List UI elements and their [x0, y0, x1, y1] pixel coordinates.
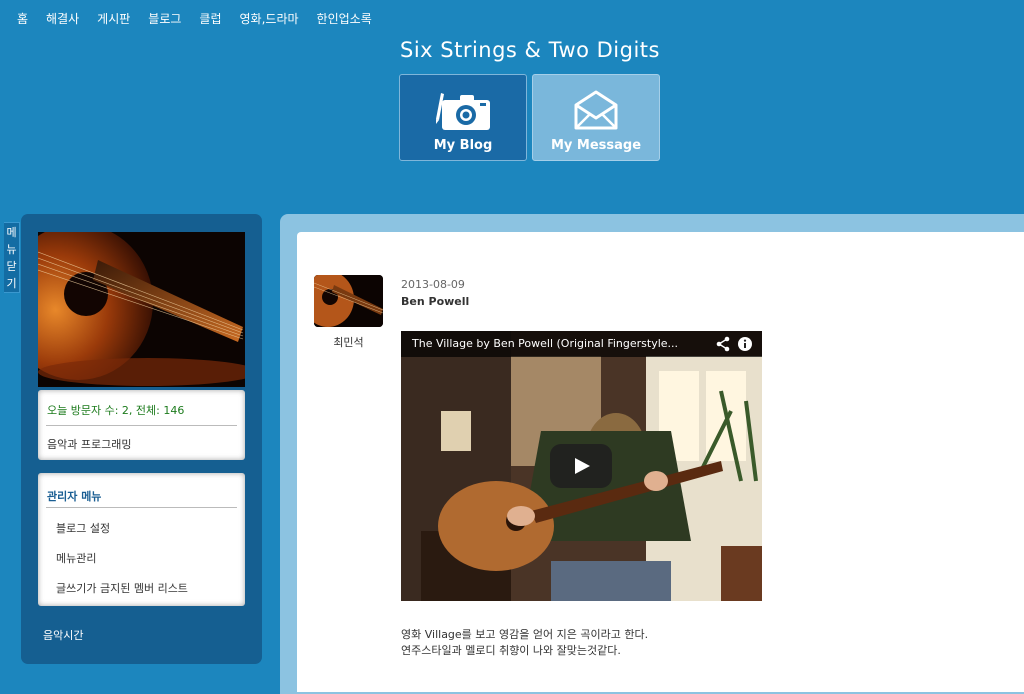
- menu-close-char: 닫: [6, 260, 17, 273]
- divider: [46, 507, 237, 508]
- nav-blog[interactable]: 블로그: [148, 10, 181, 27]
- info-icon[interactable]: [737, 336, 753, 352]
- my-message-label: My Message: [550, 138, 642, 153]
- admin-item-banned-members[interactable]: 글쓰기가 금지된 멤버 리스트: [56, 580, 188, 596]
- admin-menu-card: 관리자 메뉴 블로그 설정 메뉴관리 글쓰기가 금지된 멤버 리스트: [38, 473, 245, 606]
- nav-club[interactable]: 클럽: [199, 10, 221, 27]
- share-icon[interactable]: [715, 336, 731, 352]
- video-title-bar: The Village by Ben Powell (Original Fing…: [401, 331, 762, 357]
- my-message-button[interactable]: My Message: [532, 74, 660, 161]
- nav-movies[interactable]: 영화,드라마: [240, 10, 299, 27]
- nav-board[interactable]: 게시판: [97, 10, 130, 27]
- author-name[interactable]: 최민석: [314, 334, 383, 350]
- menu-close-tab[interactable]: 메 뉴 닫 기: [4, 222, 20, 293]
- play-icon[interactable]: [550, 444, 612, 488]
- video-title[interactable]: The Village by Ben Powell (Original Fing…: [412, 337, 678, 350]
- video-player[interactable]: The Village by Ben Powell (Original Fing…: [401, 331, 762, 601]
- music-time-link[interactable]: 음악시간: [43, 627, 83, 643]
- sidebar: 오늘 방문자 수: 2, 전체: 146 음악과 프로그래밍 관리자 메뉴 블로…: [21, 214, 262, 664]
- my-blog-button[interactable]: My Blog: [399, 74, 527, 161]
- nav-helper[interactable]: 해결사: [46, 10, 79, 27]
- visitor-count: 오늘 방문자 수: 2, 전체: 146: [47, 404, 185, 417]
- menu-close-char: 메: [6, 226, 17, 239]
- nav-directory[interactable]: 한인업소록: [317, 10, 372, 27]
- post-body-line: 연주스타일과 멜로디 취향이 나와 잘맞는것같다.: [401, 644, 621, 657]
- my-blog-label: My Blog: [433, 138, 493, 153]
- site-title: Six Strings & Two Digits: [399, 38, 660, 62]
- nav-home[interactable]: 홈: [17, 10, 28, 27]
- admin-item-menu-management[interactable]: 메뉴관리: [56, 550, 96, 566]
- post-title: Ben Powell: [401, 295, 470, 308]
- admin-item-blog-settings[interactable]: 블로그 설정: [56, 520, 110, 536]
- top-nav: 홈 해결사 게시판 블로그 클럽 영화,드라마 한인업소록: [0, 0, 374, 36]
- envelope-icon: [574, 90, 618, 130]
- menu-close-char: 기: [6, 277, 17, 290]
- admin-menu-title: 관리자 메뉴: [47, 490, 102, 503]
- author-avatar[interactable]: [314, 275, 383, 327]
- blog-profile-image: [38, 232, 245, 387]
- menu-close-char: 뉴: [6, 243, 17, 256]
- post-date: 2013-08-09: [401, 278, 465, 291]
- blog-description: 음악과 프로그래밍: [47, 438, 132, 451]
- visitor-card: 오늘 방문자 수: 2, 전체: 146 음악과 프로그래밍: [38, 390, 245, 460]
- post-body-line: 영화 Village를 보고 영감을 얻어 지은 곡이라고 한다.: [401, 628, 649, 641]
- divider: [46, 425, 237, 426]
- camera-pencil-icon: [436, 93, 490, 130]
